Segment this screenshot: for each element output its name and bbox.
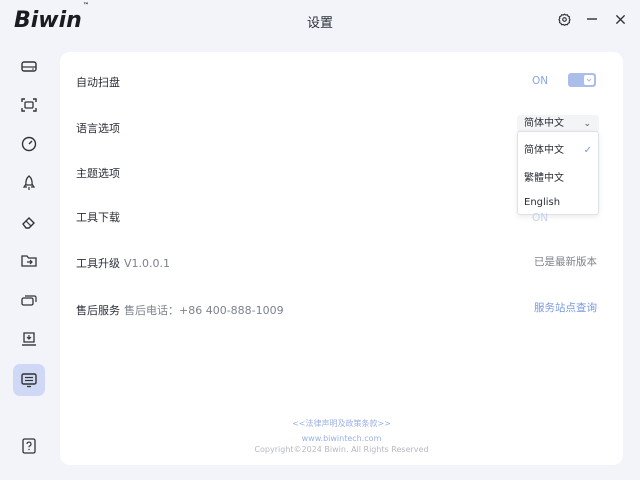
chevron-down-icon: [586, 78, 592, 82]
auto-scan-state: ON: [532, 75, 549, 87]
firmware-icon: [22, 332, 36, 346]
sidebar-item-migration[interactable]: [13, 245, 45, 277]
language-option-english[interactable]: English: [524, 197, 594, 208]
theme-label: 主题选项: [76, 167, 120, 180]
check-icon: ✓: [583, 145, 592, 156]
close-icon: [615, 14, 625, 24]
sidebar-item-help[interactable]: [13, 430, 45, 462]
tool-download-label: 工具下载: [76, 211, 120, 224]
settings-panel: 自动扫盘 ON 语言选项 简体中文 ⌄ 简体中文 ✓ 繁體中文 English …: [60, 52, 623, 465]
sidebar-item-erase[interactable]: [13, 206, 45, 238]
tool-version: V1.0.0.1: [124, 257, 171, 270]
settings-icon: [557, 13, 571, 26]
after-sales-phone: 售后电话：+86 400-888-1009: [124, 304, 284, 317]
monitor-list-icon: [21, 373, 37, 388]
question-icon: [22, 438, 36, 454]
minimize-button[interactable]: [584, 10, 600, 28]
language-dropdown: 简体中文 ✓ 繁體中文 English: [517, 131, 599, 215]
sidebar: [0, 50, 58, 470]
copyright-text: Copyright©2024 Biwin. All Rights Reserve…: [254, 445, 429, 454]
sidebar-item-clone[interactable]: [13, 284, 45, 316]
tool-upgrade-row: 工具升级 V1.0.0.1: [76, 255, 170, 271]
sidebar-item-scan[interactable]: [13, 89, 45, 121]
service-site-link[interactable]: 服务站点查询: [534, 300, 597, 315]
language-label: 语言选项: [76, 122, 120, 135]
language-option-traditional[interactable]: 繁體中文: [524, 169, 594, 184]
sidebar-item-firmware[interactable]: [13, 323, 45, 355]
folder-transfer-icon: [21, 255, 37, 267]
website-link[interactable]: www.biwintech.com: [60, 434, 623, 443]
language-selected-value: 简体中文: [524, 118, 564, 129]
legal-link[interactable]: <<法律声明及政策条款>>: [60, 418, 623, 429]
title-bar: Biwin™ 设置: [0, 0, 640, 42]
minimize-icon: [587, 18, 597, 20]
gauge-icon: [21, 136, 37, 152]
drive-icon: [21, 61, 37, 72]
sidebar-item-settings[interactable]: [13, 364, 45, 396]
close-button[interactable]: [612, 10, 628, 28]
sidebar-item-speed-test[interactable]: [13, 128, 45, 160]
window-title: 设置: [306, 16, 333, 31]
settings-button[interactable]: [556, 10, 572, 28]
eraser-icon: [22, 217, 35, 229]
scan-icon: [21, 98, 37, 112]
tool-download-state: ON: [532, 212, 549, 224]
after-sales-label: 售后服务: [76, 304, 120, 317]
tool-upgrade-label: 工具升级: [76, 257, 120, 270]
disk-clone-icon: [21, 295, 37, 306]
upgrade-status: 已是最新版本: [534, 256, 597, 268]
sidebar-item-optimize[interactable]: [13, 167, 45, 199]
auto-scan-toggle[interactable]: [568, 73, 596, 87]
sidebar-item-disk-info[interactable]: [13, 50, 45, 82]
auto-scan-label: 自动扫盘: [76, 76, 120, 89]
after-sales-row: 售后服务 售后电话：+86 400-888-1009: [76, 302, 284, 318]
rocket-icon: [22, 175, 36, 190]
